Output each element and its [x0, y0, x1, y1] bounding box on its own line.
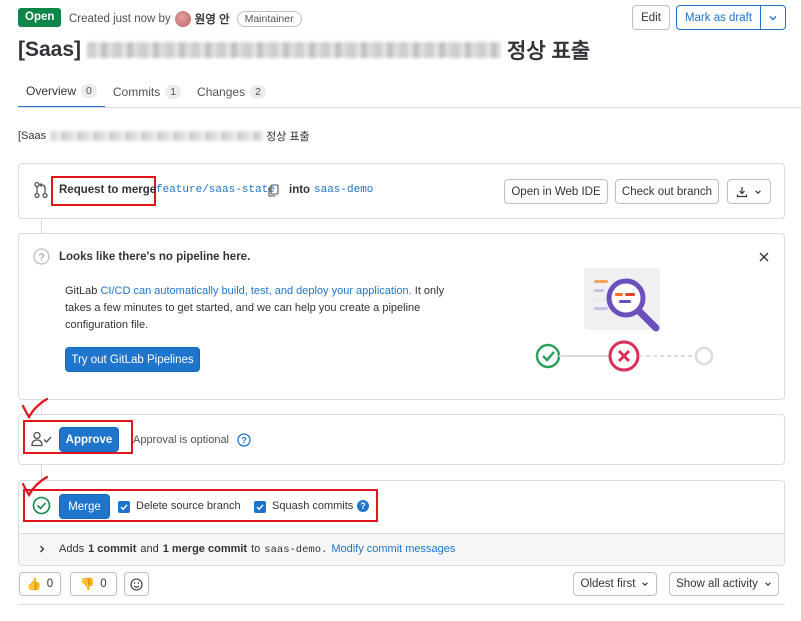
modify-commit-messages-link[interactable]: Modify commit messages — [331, 543, 455, 555]
delete-source-checkbox[interactable] — [118, 500, 130, 514]
sort-dropdown[interactable]: Oldest first — [573, 572, 657, 596]
mr-description: [Saas 정상 표출 — [18, 128, 310, 144]
checkbox-checked-icon — [118, 501, 130, 513]
avatar[interactable] — [174, 11, 191, 27]
merge-commit-summary: Adds 1 commit and 1 merge commit to saas… — [59, 543, 455, 556]
description-suffix: 정상 표출 — [266, 131, 310, 143]
redacted-title-text — [87, 42, 502, 58]
thumbs-up-button[interactable]: 👍 0 — [19, 572, 61, 596]
pipeline-illustration — [535, 268, 714, 372]
approval-optional-text: Approval is optional — [133, 434, 230, 446]
chevron-down-icon — [769, 15, 777, 20]
thumbs-down-count: 0 — [100, 578, 107, 590]
tab-commits-count: 1 — [165, 85, 182, 99]
source-branch-link[interactable]: feature/saas-state — [156, 184, 275, 196]
thumbs-up-icon: 👍 — [26, 577, 42, 591]
merge-request-icon — [34, 181, 48, 199]
check-out-branch-button[interactable]: Check out branch — [615, 179, 719, 204]
question-circle-icon: ? — [33, 248, 50, 265]
checkbox-checked-icon — [254, 501, 266, 513]
title-prefix: [Saas] — [18, 38, 82, 61]
copy-icon[interactable] — [268, 184, 279, 197]
tab-overview-label: Overview — [26, 84, 77, 98]
sort-label: Oldest first — [580, 578, 636, 590]
squash-commits-checkbox[interactable] — [254, 500, 266, 514]
pipeline-title: Looks like there's no pipeline here. — [59, 251, 251, 263]
add-reaction-button[interactable] — [124, 572, 149, 596]
approval-user-icon — [31, 431, 52, 447]
created-text: Created just now by — [69, 13, 171, 25]
help-icon[interactable]: ? — [237, 433, 251, 447]
tab-changes-label: Changes — [197, 85, 246, 99]
tab-overview[interactable]: Overview 0 — [18, 76, 105, 108]
tab-changes[interactable]: Changes 2 — [189, 76, 274, 108]
activity-list-edge — [18, 604, 785, 621]
merge-button[interactable]: Merge — [59, 494, 110, 519]
thumbs-up-count: 0 — [46, 578, 54, 590]
page-title: [Saas] 정상 표출 — [18, 35, 590, 65]
tab-overview-count: 0 — [81, 84, 97, 98]
merge-commit-count: 1 merge commit — [162, 543, 248, 555]
svg-text:?: ? — [39, 252, 45, 263]
commit-count: 1 commit — [88, 543, 137, 555]
activity-filter-dropdown[interactable]: Show all activity — [669, 572, 779, 596]
mr-tabs: Overview 0 Commits 1 Changes 2 — [18, 76, 274, 108]
svg-text:?: ? — [241, 435, 247, 445]
success-check-icon — [32, 496, 51, 515]
approve-button[interactable]: Approve — [59, 427, 119, 452]
chevron-right-icon[interactable] — [38, 545, 46, 553]
status-badge: Open — [18, 8, 62, 27]
smiley-icon — [130, 577, 143, 591]
author-name[interactable]: 원영 안 — [195, 11, 230, 27]
download-dropdown[interactable] — [727, 179, 771, 204]
chevron-down-icon — [765, 582, 771, 586]
mark-as-draft-button[interactable]: Mark as draft — [676, 5, 761, 30]
squash-commits-label[interactable]: Squash commits — [272, 500, 353, 512]
activity-filter-label: Show all activity — [676, 578, 758, 590]
close-icon[interactable] — [758, 251, 770, 263]
target-branch-link[interactable]: saas-demo — [314, 184, 373, 196]
red-checkmark-annotation — [21, 398, 49, 420]
squash-help-icon[interactable]: ? — [357, 500, 369, 512]
pipeline-description: GitLab CI/CD can automatically build, te… — [65, 283, 465, 334]
tab-commits[interactable]: Commits 1 — [105, 76, 189, 108]
tab-divider — [18, 107, 801, 108]
title-suffix: 정상 표출 — [507, 40, 591, 63]
edit-button[interactable]: Edit — [632, 5, 670, 30]
thumbs-down-icon: 👎 — [80, 577, 96, 591]
target-branch-name: saas-demo. — [264, 544, 328, 556]
thumbs-down-button[interactable]: 👎 0 — [70, 572, 117, 596]
ci-cd-link[interactable]: CI/CD can automatically build, test, and… — [100, 285, 411, 297]
tab-commits-label: Commits — [112, 85, 161, 99]
into-label: into — [289, 184, 311, 196]
created-info: Created just now by 원영 안 Maintainer — [69, 11, 302, 27]
pipeline-body-text: GitLab — [65, 285, 101, 297]
redacted-description-text — [50, 131, 263, 141]
more-actions-dropdown[interactable] — [760, 5, 786, 30]
chevron-down-icon — [642, 582, 649, 586]
timeline-connector — [41, 219, 42, 233]
delete-source-label[interactable]: Delete source branch — [136, 500, 241, 512]
download-icon — [736, 186, 748, 197]
request-to-merge-label: Request to merge — [59, 184, 157, 196]
description-prefix: [Saas — [18, 130, 47, 142]
tab-changes-count: 2 — [250, 85, 266, 99]
to-text: to — [251, 543, 261, 555]
try-gitlab-pipelines-button[interactable]: Try out GitLab Pipelines — [65, 347, 200, 372]
adds-text: Adds — [59, 543, 85, 555]
role-badge: Maintainer — [236, 11, 302, 27]
chevron-down-icon — [755, 189, 761, 194]
open-in-web-ide-button[interactable]: Open in Web IDE — [504, 179, 608, 204]
and-text: and — [140, 543, 159, 555]
